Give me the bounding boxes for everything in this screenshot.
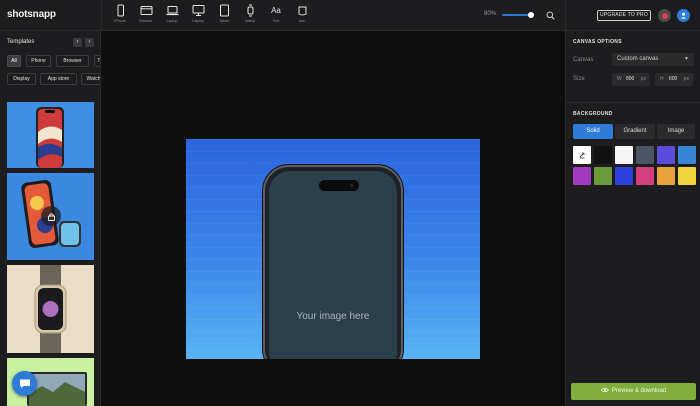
eye-icon [600,387,609,393]
swatch-color[interactable] [636,167,654,185]
swatch-color[interactable] [594,167,612,185]
template-thumbnail[interactable] [7,173,94,260]
filter-watch[interactable]: Watch [81,73,100,85]
swatch-color[interactable] [678,146,696,164]
tab-gradient[interactable]: Gradient [615,124,655,139]
device-label: iPhone [114,19,126,23]
width-input[interactable]: W 800 px [612,73,650,86]
filter-tablet[interactable]: Ta [94,55,100,67]
dynamic-island [319,180,359,191]
canvas-label: Canvas [573,57,594,63]
swatch-color[interactable] [594,146,612,164]
icon-tool-icon [298,6,306,16]
search-icon[interactable] [546,11,555,20]
device-label: Watch [244,19,256,23]
swatch-color[interactable] [573,167,591,185]
templates-prev-button[interactable]: ‹ [73,38,82,47]
phone-screen-dropzone[interactable]: Your image here [269,171,397,359]
zoom-level: 80% [484,11,497,17]
watch-icon [247,4,253,17]
width-key: W [617,76,622,82]
background-title: BACKGROUND [573,111,613,117]
template-thumbnail[interactable] [7,265,94,353]
templates-sidebar: Templates ‹ › All Phone Browser Ta Displ… [0,31,101,406]
chat-button[interactable] [12,371,37,396]
topbar-divider [565,0,566,31]
device-tablet-button[interactable]: Tablet [212,4,236,28]
templates-next-button[interactable]: › [85,38,94,47]
device-label: Display [192,19,204,23]
swatch-color[interactable] [678,167,696,185]
watch-template-image [7,265,94,353]
user-avatar[interactable] [677,9,690,22]
laptop-icon [166,6,178,16]
tablet-icon [219,4,229,17]
device-label: Icon [298,19,306,23]
app-logo[interactable]: shotsnapp [7,9,56,20]
tab-solid[interactable]: Solid [573,124,613,139]
device-display-button[interactable]: Display [186,4,210,28]
canvas-select[interactable]: Custom canvas ▼ [612,53,694,66]
height-unit: px [683,76,689,82]
mockup-canvas[interactable]: Your image here [186,139,480,359]
preview-download-label: Preview & download [611,388,667,394]
filter-browser[interactable]: Browser [56,55,89,67]
width-unit: px [640,76,646,82]
display-icon [192,5,204,16]
device-label: Text [272,19,280,23]
swatch-color[interactable] [657,146,675,164]
tab-image[interactable]: Image [657,124,695,139]
section-divider [566,102,700,103]
iphone-mockup[interactable]: Your image here [263,165,403,359]
filter-display[interactable]: Display [7,73,36,85]
notification-button[interactable] [658,9,671,22]
size-label: Size [573,76,585,82]
height-value: 600 [669,76,678,82]
swatch-custom-color[interactable] [573,146,591,164]
text-icon: Aa [271,6,281,15]
canvas-select-value: Custom canvas [617,56,659,62]
template-thumbnail[interactable] [7,102,94,168]
device-laptop-button[interactable]: Laptop [160,4,184,28]
width-value: 800 [626,76,635,82]
height-key: H [660,76,664,82]
height-input[interactable]: H 600 px [655,73,693,86]
device-label: Laptop [166,19,178,23]
swatch-color[interactable] [657,167,675,185]
swatch-color[interactable] [636,146,654,164]
device-text-button[interactable]: Aa Text [264,4,288,28]
settings-panel: CANVAS OPTIONS Canvas Custom canvas ▼ Si… [565,31,700,406]
templates-title: Templates [7,39,35,45]
image-placeholder-text: Your image here [296,311,370,322]
chat-icon [19,379,30,389]
lock-badge [41,206,61,226]
chevron-down-icon: ▼ [684,56,689,62]
device-label: Browser [139,19,153,23]
filter-app-store[interactable]: App store [40,73,77,85]
device-browser-button[interactable]: Browser [134,4,158,28]
canvas-options-title: CANVAS OPTIONS [573,39,622,45]
device-toolbar: iPhone Browser Laptop Display Tablet Wat… [108,4,314,28]
upgrade-button[interactable]: UPGRADE TO PRO [597,10,651,21]
swatch-color[interactable] [615,167,633,185]
user-icon [680,12,687,19]
notification-dot-icon [661,12,668,19]
browser-icon [140,6,152,15]
eyedropper-icon [579,152,585,159]
device-label: Tablet [219,19,229,23]
swatch-color[interactable] [615,146,633,164]
device-iphone-button[interactable]: iPhone [108,4,132,28]
device-icon-button[interactable]: Icon [290,4,314,28]
top-bar: shotsnapp iPhone Browser Laptop Display … [0,0,700,31]
phone-template-image [7,102,94,168]
topbar-divider [101,0,102,31]
preview-download-button[interactable]: Preview & download [571,383,696,400]
lock-icon [47,212,55,221]
zoom-slider-handle[interactable] [528,12,534,18]
filter-all[interactable]: All [7,55,21,67]
device-watch-button[interactable]: Watch [238,4,262,28]
phone-icon [117,4,124,17]
filter-phone[interactable]: Phone [26,55,51,67]
